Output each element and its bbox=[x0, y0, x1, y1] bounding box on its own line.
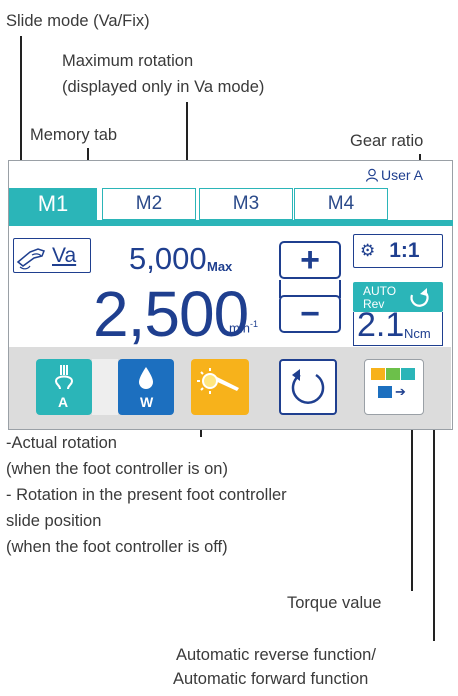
reverse-arrow-icon bbox=[410, 288, 429, 307]
rotation-direction-button[interactable] bbox=[279, 359, 337, 415]
user-indicator[interactable]: User A bbox=[365, 167, 423, 183]
rotation-value: 2,500 bbox=[93, 278, 249, 350]
water-button[interactable]: W bbox=[118, 359, 174, 415]
settings-button[interactable]: ➔ bbox=[364, 359, 424, 415]
tab-m2[interactable]: M2 bbox=[102, 188, 196, 220]
user-icon bbox=[365, 168, 379, 182]
torque-box[interactable]: 2.1 Ncm bbox=[353, 306, 443, 346]
annotation-max-rotation-line1: Maximum rotation bbox=[62, 52, 194, 70]
torque-value: 2.1 bbox=[357, 306, 405, 344]
gear-ratio-button[interactable]: ⚙ 1:1 bbox=[353, 234, 443, 268]
air-button[interactable]: A bbox=[36, 359, 92, 415]
slide-mode-value: Va bbox=[52, 243, 77, 267]
auto-label: AUTO bbox=[363, 284, 397, 298]
annotation-actual-rotation-4: slide position bbox=[6, 512, 102, 530]
torque-unit: Ncm bbox=[404, 326, 431, 341]
annotation-actual-rotation-5: (when the foot controller is off) bbox=[6, 538, 228, 556]
tab-m4[interactable]: M4 bbox=[294, 188, 388, 220]
gear-ratio-value: 1:1 bbox=[389, 239, 420, 262]
annotation-actual-rotation-2: (when the foot controller is on) bbox=[6, 460, 228, 478]
annotation-auto-reverse-line1: Automatic reverse function/ bbox=[176, 646, 376, 664]
rotation-unit: min-1 bbox=[229, 319, 258, 336]
minus-button[interactable]: − bbox=[279, 295, 341, 333]
air-water-divider bbox=[92, 359, 118, 415]
mini-timer-icon bbox=[386, 368, 400, 380]
tab-underline-bar bbox=[9, 220, 453, 226]
annotation-actual-rotation-3: - Rotation in the present foot controlle… bbox=[6, 486, 287, 504]
mini-blue-icon bbox=[378, 386, 392, 398]
max-rotation-value: 5,000 bbox=[129, 241, 207, 276]
mini-teal-icon bbox=[401, 368, 415, 380]
annotation-torque-value: Torque value bbox=[287, 594, 382, 612]
slide-mode-button[interactable]: Va bbox=[13, 238, 91, 273]
annotation-gear-ratio: Gear ratio bbox=[350, 132, 424, 150]
max-label: Max bbox=[207, 259, 233, 274]
annotation-slide-mode: Slide mode (Va/Fix) bbox=[6, 12, 150, 30]
air-label: A bbox=[58, 394, 69, 410]
annotation-max-rotation-line2: (displayed only in Va mode) bbox=[62, 78, 265, 96]
annotation-memory-tab: Memory tab bbox=[30, 126, 118, 144]
light-handpiece-icon bbox=[197, 368, 239, 394]
water-drop-icon bbox=[139, 367, 153, 389]
mini-arrow-icon: ➔ bbox=[395, 384, 406, 399]
mini-light-icon bbox=[371, 368, 385, 380]
user-name: User A bbox=[381, 167, 424, 183]
tab-m3[interactable]: M3 bbox=[199, 188, 293, 220]
water-label: W bbox=[140, 394, 154, 410]
plus-button[interactable]: + bbox=[279, 241, 341, 279]
annotation-actual-rotation-1: -Actual rotation bbox=[6, 434, 117, 452]
device-screen: User A M1 M2 M3 M4 Va 5,000 Max + − 2,50… bbox=[8, 160, 453, 430]
annotation-auto-reverse-line2: Automatic forward function bbox=[173, 670, 369, 688]
gear-icon: ⚙ bbox=[360, 241, 376, 260]
light-button[interactable] bbox=[191, 359, 249, 415]
tab-m1[interactable]: M1 bbox=[9, 188, 97, 220]
handpiece-icon bbox=[16, 247, 45, 269]
air-icon bbox=[55, 365, 74, 390]
rotate-icon bbox=[291, 369, 325, 404]
